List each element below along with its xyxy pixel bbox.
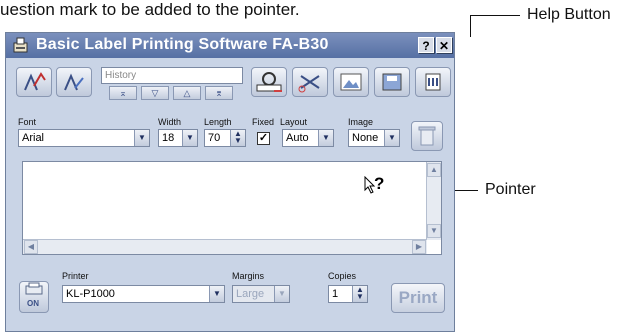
layout-value: Auto [286, 132, 309, 144]
chevron-down-icon: ▼ [209, 286, 224, 302]
printer-label: Printer [62, 271, 89, 281]
chevron-down-icon: ▼ [274, 286, 289, 302]
length-spinner[interactable]: 70 ▲ ▼ [204, 129, 246, 147]
copies-value: 1 [332, 288, 339, 300]
copies-spinner[interactable]: 1 ▲ ▼ [328, 285, 368, 303]
settings-icon [425, 73, 441, 91]
chevron-down-icon: ▼ [134, 130, 149, 146]
recall-label-icon [64, 73, 84, 91]
font-label: Font [18, 117, 37, 127]
print-button[interactable]: Print [391, 283, 445, 313]
cut-button[interactable] [292, 67, 328, 97]
settings-button[interactable] [415, 67, 451, 97]
image-dropdown[interactable]: None ▼ [348, 129, 400, 147]
length-value: 70 [208, 132, 221, 144]
window-title: Basic Label Printing Software FA-B30 [36, 36, 329, 53]
scroll-up-icon[interactable]: ▲ [427, 163, 441, 177]
scroll-left-icon[interactable]: ◀ [24, 240, 38, 254]
fixed-checkbox[interactable]: ✓ [257, 132, 270, 145]
help-pointer: ? [364, 174, 394, 198]
tape-feed-button[interactable] [251, 67, 287, 97]
clear-button[interactable] [411, 121, 443, 151]
chevron-down-icon: ▼ [318, 130, 333, 146]
font-value: Arial [22, 132, 45, 144]
tape-feed-icon [256, 72, 282, 92]
margins-label: Margins [232, 271, 265, 281]
new-label-icon [24, 72, 46, 91]
vertical-scrollbar[interactable]: ▲ ▼ [426, 162, 441, 240]
history-field[interactable]: History [101, 67, 243, 84]
printer-value: KL-P1000 [66, 288, 115, 300]
image-value: None [352, 132, 379, 144]
new-label-button[interactable] [16, 67, 52, 97]
history-first-button[interactable]: ⌅ [109, 86, 137, 100]
width-value: 18 [162, 132, 175, 144]
length-label: Length [204, 117, 232, 127]
app-window: Basic Label Printing Software FA-B30 ? ✕… [5, 32, 455, 332]
margins-dropdown: Large ▼ [232, 285, 290, 303]
chevron-down-icon: ▼ [182, 130, 197, 146]
printer-power-button[interactable]: ON [19, 281, 49, 313]
history-last-button[interactable]: ⌆ [205, 86, 233, 100]
font-dropdown[interactable]: Arial ▼ [18, 129, 150, 147]
layout-label: Layout [280, 117, 308, 127]
recall-label-button[interactable] [56, 67, 92, 97]
spinner-icon: ▲ ▼ [352, 286, 367, 302]
width-label: Width [158, 117, 182, 127]
width-dropdown[interactable]: 18 ▼ [158, 129, 198, 147]
app-icon [13, 37, 28, 53]
image-button[interactable] [333, 67, 369, 97]
save-button[interactable] [374, 67, 410, 97]
margins-value: Large [236, 288, 265, 300]
pointer-callout: Pointer [485, 181, 536, 198]
help-callout-line-horizontal [470, 15, 520, 16]
scroll-right-icon[interactable]: ▶ [412, 240, 426, 254]
help-button[interactable]: ? [418, 37, 434, 53]
fixed-label: Fixed [252, 117, 275, 127]
save-icon [382, 73, 402, 91]
close-button[interactable]: ✕ [436, 37, 452, 53]
printer-icon [25, 282, 43, 295]
image-icon [340, 73, 362, 91]
chevron-down-icon: ▼ [384, 130, 399, 146]
layout-dropdown[interactable]: Auto ▼ [282, 129, 334, 147]
spinner-icon: ▲ ▼ [230, 130, 245, 146]
copies-label: Copies [328, 271, 357, 281]
caption-text: uestion mark to be added to the pointer. [0, 0, 300, 19]
history-previous-button[interactable]: ▽ [141, 86, 169, 100]
help-button-callout: Help Button [527, 6, 611, 23]
history-next-button[interactable]: △ [173, 86, 201, 100]
on-label: ON [27, 299, 39, 308]
cut-icon [298, 75, 320, 93]
help-callout-line-vertical [470, 15, 471, 37]
horizontal-scrollbar[interactable]: ◀ ▶ [23, 239, 427, 254]
label-editing-area[interactable]: ▲ ▼ ◀ ▶ ? [22, 161, 442, 255]
title-bar: Basic Label Printing Software FA-B30 ? ✕ [6, 33, 454, 58]
printer-dropdown[interactable]: KL-P1000 ▼ [62, 285, 225, 303]
pointer-question-mark: ? [374, 174, 385, 193]
trash-icon [418, 126, 436, 146]
scroll-down-icon[interactable]: ▼ [427, 224, 441, 238]
image-label: Image [348, 117, 374, 127]
